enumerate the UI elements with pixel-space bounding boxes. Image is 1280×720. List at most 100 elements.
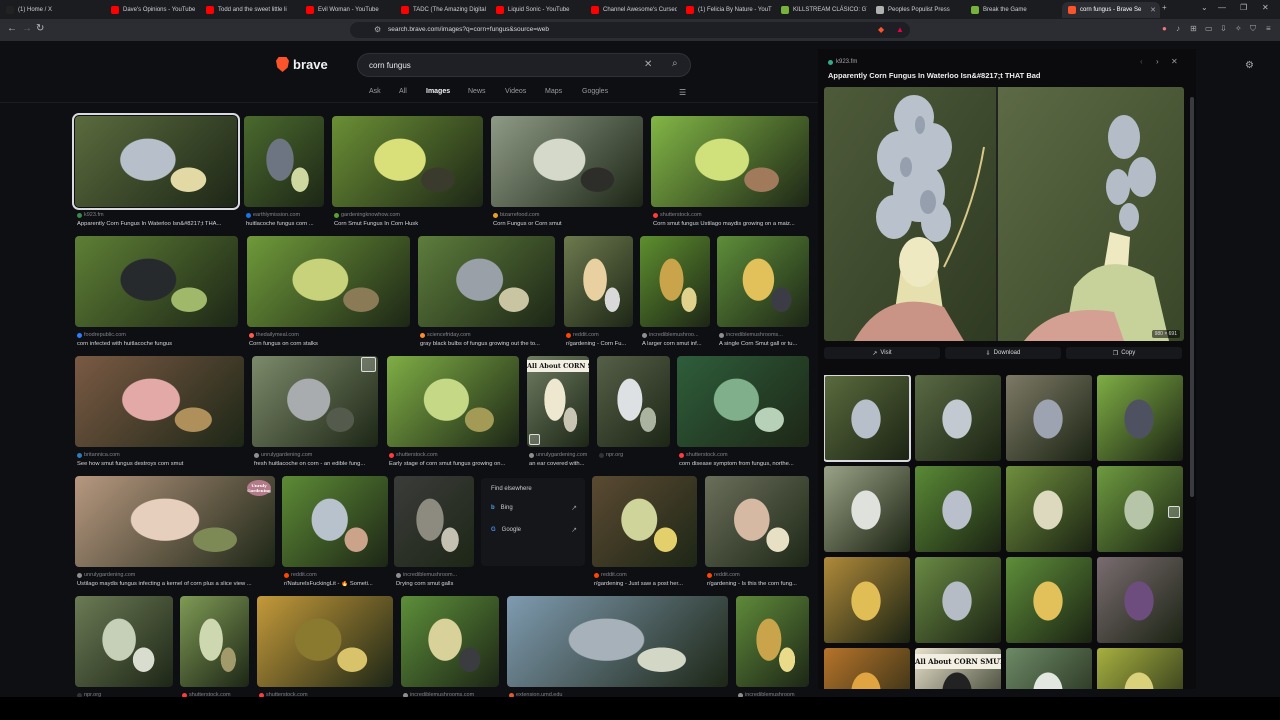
back-icon[interactable]: ← <box>7 23 17 34</box>
downloads-icon[interactable]: ⇩ <box>1220 24 1227 33</box>
related-image[interactable] <box>1097 648 1183 689</box>
image-result[interactable]: Unruly Gardening unrulygardening.com Ustil… <box>75 476 275 591</box>
related-image[interactable] <box>1006 466 1092 552</box>
tab-ask[interactable]: Ask <box>369 88 381 95</box>
tab-all[interactable]: All <box>399 88 407 95</box>
result-thumbnail[interactable] <box>736 596 809 687</box>
tab-videos[interactable]: Videos <box>505 88 526 95</box>
browser-tab[interactable]: (1) Home / X <box>0 2 100 18</box>
result-source[interactable]: reddit.com <box>707 572 809 578</box>
result-source[interactable]: unrulygardening.com <box>529 452 589 458</box>
result-thumbnail[interactable] <box>592 476 697 567</box>
result-title[interactable]: gray black bulbs of fungus growing out t… <box>420 341 555 347</box>
image-result[interactable]: incrediblemushroo... A larger corn smut i… <box>640 236 710 351</box>
preview-source[interactable]: k923.fm <box>828 59 857 65</box>
result-thumbnail[interactable] <box>282 476 388 567</box>
image-result[interactable]: thedailymeal.com Corn fungus on corn stal… <box>247 236 410 351</box>
result-thumbnail[interactable] <box>394 476 474 567</box>
result-title[interactable]: A larger corn smut inf... <box>642 341 710 347</box>
download-button[interactable]: ⇩ Download <box>945 347 1061 359</box>
result-thumbnail[interactable] <box>705 476 809 567</box>
image-result[interactable]: bizarrefood.com Corn Fungus or Corn smut <box>491 116 643 231</box>
result-source[interactable]: shutterstock.com <box>679 452 809 458</box>
brave-logo[interactable]: brave <box>276 57 328 72</box>
extension-icon[interactable]: ● <box>1162 24 1167 33</box>
image-result[interactable]: shutterstock.com <box>257 596 393 697</box>
image-result[interactable]: reddit.com r/gardening - Corn Fu... <box>564 236 633 351</box>
image-result[interactable]: foodrepublic.com corn infected with huitl… <box>75 236 238 351</box>
tab-images[interactable]: Images <box>426 88 450 95</box>
result-thumbnail[interactable] <box>418 236 555 327</box>
settings-gear-icon[interactable]: ⚙ <box>1245 60 1254 71</box>
browser-tab[interactable]: Evil Woman - YouTube <box>300 2 392 18</box>
result-source[interactable]: shutterstock.com <box>389 452 519 458</box>
result-source[interactable]: reddit.com <box>284 572 388 578</box>
browser-tab[interactable]: TADC (The Amazing Digital <box>395 2 487 18</box>
browser-tab[interactable]: corn fungus - Brave Se ✕ <box>1062 2 1160 18</box>
result-thumbnail[interactable] <box>507 596 728 687</box>
image-result[interactable]: reddit.com r/gardening - Is this the corn… <box>705 476 809 591</box>
related-image[interactable] <box>824 557 910 643</box>
image-result[interactable]: incrediblemushroom... Drying corn smut ga… <box>394 476 474 591</box>
find-on-bing[interactable]: b Bing ↗ <box>491 502 577 514</box>
preview-image[interactable]: 980 × 691 <box>824 87 1184 341</box>
leo-icon[interactable]: ✧ <box>1235 24 1242 33</box>
related-image[interactable] <box>1006 375 1092 461</box>
tab-maps[interactable]: Maps <box>545 88 562 95</box>
result-source[interactable]: incrediblemushroo... <box>642 332 710 338</box>
result-thumbnail[interactable] <box>677 356 809 447</box>
next-icon[interactable]: › <box>1156 57 1159 66</box>
new-tab-icon[interactable]: + <box>1162 3 1167 12</box>
browser-tab[interactable]: Dave's Opinions - YouTube <box>105 2 197 18</box>
result-source[interactable]: bizarrefood.com <box>493 212 643 218</box>
minimize-icon[interactable]: — <box>1218 3 1226 12</box>
result-thumbnail[interactable] <box>72 113 240 210</box>
browser-tab[interactable]: Channel Awesome's Cursed <box>585 2 677 18</box>
result-thumbnail[interactable] <box>640 236 710 327</box>
image-result[interactable]: npr.org <box>75 596 173 697</box>
result-title[interactable]: r/gardening - Just saw a post her... <box>594 581 697 587</box>
menu-icon[interactable]: ≡ <box>1266 24 1271 33</box>
image-result[interactable]: incrediblemushroom <box>736 596 809 697</box>
result-source[interactable]: unrulygardening.com <box>254 452 378 458</box>
result-title[interactable]: r/gardening - Is this the corn fung... <box>707 581 809 587</box>
visual-search-icon[interactable] <box>1168 506 1180 518</box>
result-thumbnail[interactable] <box>75 236 238 327</box>
result-thumbnail[interactable] <box>257 596 393 687</box>
image-result[interactable]: shutterstock.com corn disease symptom fro… <box>677 356 809 471</box>
related-image[interactable] <box>915 466 1001 552</box>
result-source[interactable]: reddit.com <box>594 572 697 578</box>
result-thumbnail[interactable] <box>247 236 410 327</box>
related-image[interactable] <box>1006 557 1092 643</box>
result-thumbnail[interactable] <box>564 236 633 327</box>
related-image[interactable] <box>1097 557 1183 643</box>
vpn-icon[interactable]: ⛉ <box>1250 24 1256 34</box>
result-title[interactable]: Corn fungus on corn stalks <box>249 341 410 347</box>
reload-icon[interactable]: ↻ <box>36 23 44 34</box>
result-thumbnail[interactable] <box>387 356 519 447</box>
result-thumbnail[interactable] <box>597 356 670 447</box>
close-icon[interactable]: ✕ <box>1171 57 1178 66</box>
browser-tab[interactable]: (1) Felicia By Nature - YouT <box>680 2 772 18</box>
result-title[interactable]: an ear covered with... <box>529 461 589 467</box>
result-source[interactable]: sciencefriday.com <box>420 332 555 338</box>
image-result[interactable]: All About CORN SMUT unrulygardening.com an… <box>527 356 589 471</box>
browser-tab[interactable]: Peoples Populist Press <box>870 2 962 18</box>
result-source[interactable]: gardeningknowhow.com <box>334 212 483 218</box>
result-title[interactable]: Early stage of corn smut fungus growing … <box>389 461 519 467</box>
result-thumbnail[interactable] <box>75 356 244 447</box>
result-title[interactable]: r/NatureIsFuckingLit - 🔥 Someti... <box>284 581 388 587</box>
find-on-google[interactable]: G Google ↗ <box>491 524 577 536</box>
close-tab-icon[interactable]: ✕ <box>1150 6 1156 14</box>
related-image[interactable] <box>824 648 910 689</box>
brave-shields-icon[interactable]: ◆ <box>878 25 884 34</box>
result-title[interactable]: Corn smut fungus Ustilago maydis growing… <box>653 221 809 227</box>
visit-button[interactable]: ↗ Visit <box>824 347 940 359</box>
result-thumbnail[interactable] <box>717 236 809 327</box>
related-image[interactable] <box>824 375 911 462</box>
image-result[interactable]: incrediblemushrooms.com <box>401 596 499 697</box>
tab-search-icon[interactable]: ⌄ <box>1201 3 1208 12</box>
media-icon[interactable]: ♪ <box>1176 24 1180 33</box>
result-thumbnail[interactable] <box>75 596 173 687</box>
result-source[interactable]: earthlymission.com <box>246 212 324 218</box>
